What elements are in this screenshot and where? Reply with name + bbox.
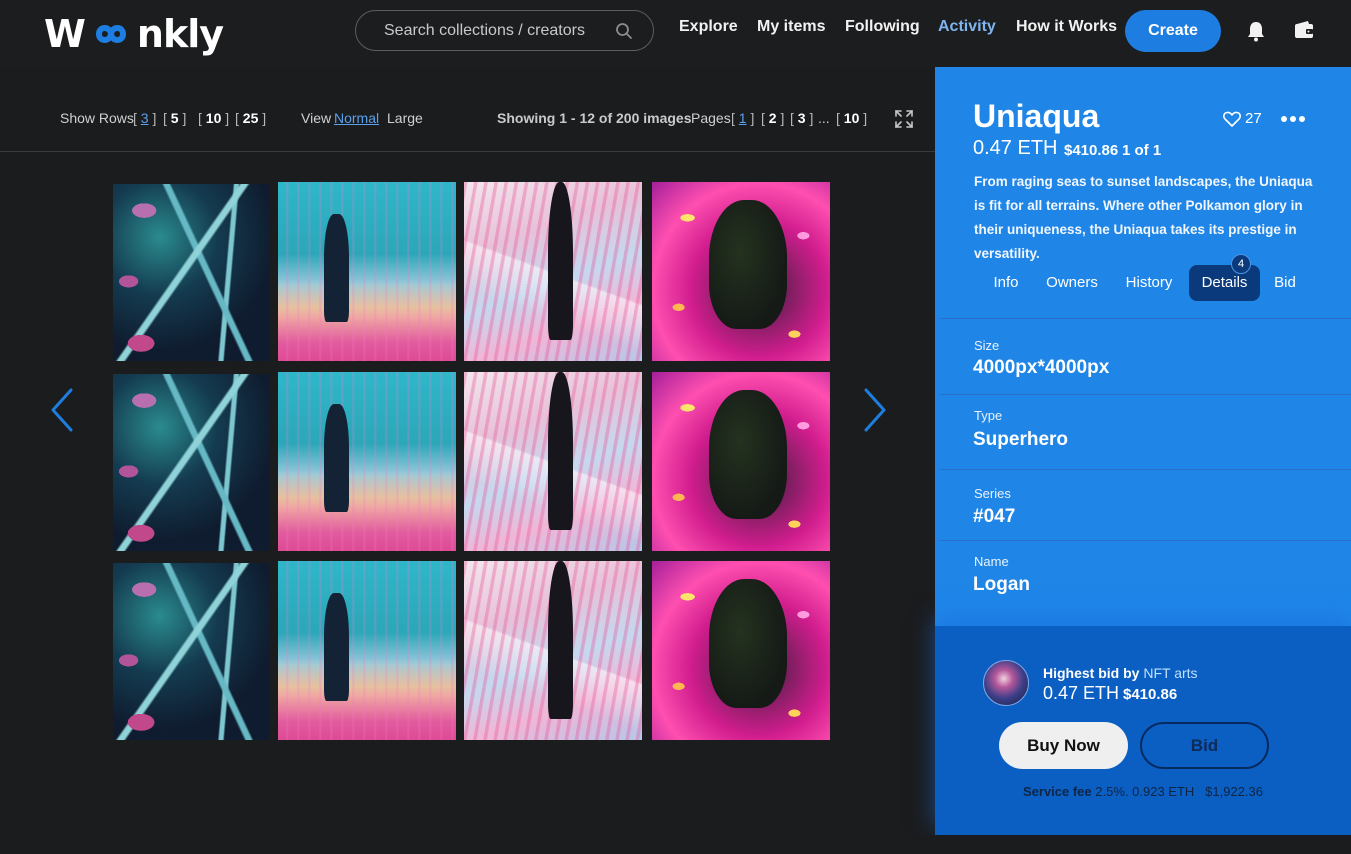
highest-bid-usd: $410.86 [1123, 686, 1178, 703]
bid-box: Highest bid by NFT arts 0.47 ETH $410.86… [935, 626, 1351, 835]
detail-key: Series [974, 486, 1011, 501]
nav-activity[interactable]: Activity [938, 18, 996, 36]
edition-count: 1 of 1 [1122, 142, 1162, 159]
detail-value: 4000px*4000px [973, 357, 1110, 378]
nav-my-items[interactable]: My items [757, 18, 825, 36]
woonkly-logo[interactable]: W nkly [44, 12, 224, 56]
tab-details[interactable]: Details [1189, 265, 1260, 301]
create-button[interactable]: Create [1125, 10, 1221, 52]
chevron-right-icon[interactable] [862, 388, 888, 432]
item-description: From raging seas to sunset landscapes, t… [974, 174, 1313, 261]
price-eth: 0.47 ETH [973, 137, 1058, 159]
search-box[interactable] [355, 10, 654, 51]
gallery-image[interactable] [278, 182, 456, 361]
page-footer-strip [0, 835, 1351, 854]
search-icon[interactable] [615, 22, 633, 40]
gallery-image[interactable] [652, 182, 830, 361]
gallery-image[interactable] [652, 561, 830, 740]
detail-value: Logan [973, 574, 1030, 595]
gallery-toolbar: Show Rows [ 3 ] [ 5 ] [ 10 ] [ 25 ] View… [0, 67, 935, 152]
rows-option-5[interactable]: [ 5 ] [163, 110, 186, 126]
page-link-1[interactable]: [ 1 ] [731, 110, 754, 126]
tab-info[interactable]: Info [985, 265, 1027, 301]
buy-now-button[interactable]: Buy Now [999, 722, 1128, 769]
gallery-image[interactable] [652, 372, 830, 551]
details-count-badge: 4 [1231, 254, 1251, 274]
nav-how-it-works[interactable]: How it Works [1016, 18, 1117, 36]
page-link-3[interactable]: [ 3 ] [790, 110, 813, 126]
nav-explore[interactable]: Explore [679, 18, 738, 36]
tab-bid[interactable]: Bid [1269, 265, 1301, 301]
gallery-image[interactable] [464, 561, 642, 740]
bid-button[interactable]: Bid [1140, 722, 1269, 769]
nav-following[interactable]: Following [845, 18, 920, 36]
like-count: 27 [1245, 110, 1262, 127]
page-link-2[interactable]: [ 2 ] [761, 110, 784, 126]
gallery-image[interactable] [464, 182, 642, 361]
top-navigation-bar: W nkly Explore My items Following Activi… [0, 0, 1351, 67]
detail-row-type: Type Superhero [939, 394, 1351, 469]
logo-text-left: W [44, 12, 86, 56]
item-tabs: Info Owners History Details Bid [935, 265, 1351, 301]
gallery-image[interactable] [464, 372, 642, 551]
show-rows-label: Show Rows [60, 110, 134, 126]
view-large-option[interactable]: Large [387, 110, 423, 126]
detail-row-series: Series #047 [939, 469, 1351, 540]
page-ellipsis: ... [818, 110, 830, 126]
gallery-image[interactable] [113, 374, 269, 551]
rows-option-25[interactable]: [ 25 ] [235, 110, 266, 126]
search-input[interactable] [384, 20, 604, 42]
bidder-name[interactable]: NFT arts [1143, 665, 1197, 681]
tab-history[interactable]: History [1119, 265, 1179, 301]
price-usd: $410.86 [1064, 142, 1119, 159]
rows-option-10[interactable]: [ 10 ] [198, 110, 229, 126]
detail-row-name: Name Logan [939, 540, 1351, 624]
bidder-avatar[interactable] [983, 660, 1029, 706]
more-options-icon[interactable] [1280, 115, 1306, 123]
highest-bid-label: Highest bid by NFT arts [1043, 665, 1198, 681]
wallet-icon[interactable] [1293, 20, 1315, 40]
heart-icon[interactable] [1223, 111, 1241, 127]
fullscreen-icon[interactable] [895, 110, 913, 128]
gallery-image[interactable] [278, 561, 456, 740]
chevron-left-icon[interactable] [49, 388, 75, 432]
rows-option-3[interactable]: [ 3 ] [133, 110, 156, 126]
infinity-logo-icon [95, 25, 126, 43]
gallery-image[interactable] [278, 372, 456, 551]
detail-key: Type [974, 408, 1003, 423]
bell-icon[interactable] [1246, 20, 1266, 42]
view-label: View [301, 110, 332, 126]
showing-count: Showing 1 - 12 of 200 images [497, 110, 692, 126]
view-normal-option[interactable]: Normal [334, 110, 379, 126]
gallery-image[interactable] [113, 563, 269, 740]
detail-value: Superhero [973, 429, 1069, 450]
logo-text-right: nkly [136, 12, 224, 56]
page-link-10[interactable]: [ 10 ] [836, 110, 867, 126]
highest-bid-eth: 0.47 ETH [1043, 683, 1120, 703]
gallery-image[interactable] [113, 184, 269, 361]
pages-label: Pages [691, 110, 731, 126]
detail-key: Name [974, 554, 1009, 569]
service-fee: Service fee 2.5%. 0.923 ETH $1,922.36 [1022, 784, 1263, 799]
detail-row-size: Size 4000px*4000px [939, 318, 1351, 394]
image-gallery [0, 152, 935, 854]
detail-key: Size [974, 338, 1000, 353]
detail-value: #047 [973, 506, 1016, 527]
item-title: Uniaqua [973, 98, 1100, 134]
tab-owners[interactable]: Owners [1041, 265, 1103, 301]
